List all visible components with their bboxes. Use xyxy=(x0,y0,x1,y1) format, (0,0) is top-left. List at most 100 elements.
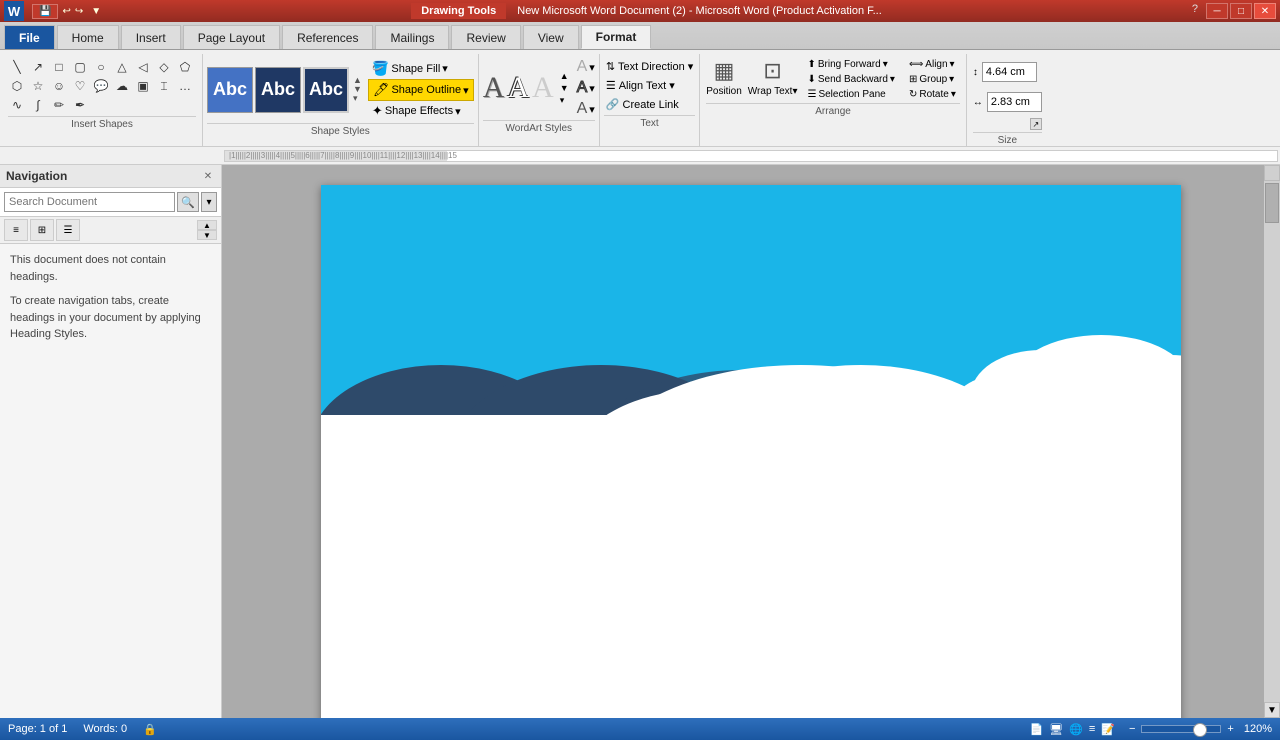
wrap-text-big-btn[interactable]: ⊡ xyxy=(763,58,781,84)
send-backward-btn[interactable]: ⬇ Send Backward ▾ xyxy=(803,73,898,86)
style-preset-3[interactable]: Abc xyxy=(303,67,349,113)
nav-tab-headings[interactable]: ≡ xyxy=(4,219,28,241)
tab-home[interactable]: Home xyxy=(57,25,119,49)
shape-fill-btn[interactable]: 🪣 Shape Fill ▾ xyxy=(368,58,474,79)
rotate-arrow[interactable]: ▾ xyxy=(951,89,956,100)
text-fill-arrow[interactable]: ▾ xyxy=(589,61,595,74)
view-web-btn[interactable]: 🌐 xyxy=(1069,723,1083,736)
tab-references[interactable]: References xyxy=(282,25,373,49)
wrap-text-arrow[interactable]: ▾ xyxy=(792,86,797,97)
tab-file[interactable]: File xyxy=(4,25,55,49)
align-text-arrow[interactable]: ▾ xyxy=(669,79,675,92)
diamond-btn[interactable]: ◇ xyxy=(155,58,173,76)
size-group-expand[interactable]: ↗ xyxy=(1030,118,1042,130)
selection-pane-btn[interactable]: ☰ Selection Pane xyxy=(803,88,898,101)
height-input[interactable] xyxy=(982,62,1037,82)
group-btn[interactable]: ⊞ Group ▾ xyxy=(905,73,960,86)
wordart-scroll-down[interactable]: ▼ xyxy=(560,83,569,93)
round-rect-btn[interactable]: ▢ xyxy=(71,58,89,76)
width-input[interactable] xyxy=(987,92,1042,112)
search-input[interactable] xyxy=(4,192,175,212)
tab-view[interactable]: View xyxy=(523,25,579,49)
bring-forward-btn[interactable]: ⬆ Bring Forward ▾ xyxy=(803,58,898,71)
wordart-preset-3[interactable]: A xyxy=(532,71,554,105)
nav-next-btn[interactable]: ▼ xyxy=(197,230,217,240)
quick-access-redo[interactable]: ↪ xyxy=(75,6,83,17)
tab-review[interactable]: Review xyxy=(451,25,520,49)
rotate-btn[interactable]: ↻ Rotate ▾ xyxy=(905,88,960,101)
cloud-btn[interactable]: ☁ xyxy=(113,77,131,95)
create-link-btn[interactable]: 🔗 Create Link xyxy=(604,96,695,113)
shape-effects-btn[interactable]: ✦ Shape Effects ▾ xyxy=(368,101,474,121)
position-big-btn[interactable]: ▦ xyxy=(714,58,735,84)
callout-btn[interactable]: 💬 xyxy=(92,77,110,95)
tab-page-layout[interactable]: Page Layout xyxy=(183,25,280,49)
nav-prev-btn[interactable]: ▲ xyxy=(197,220,217,230)
minimize-button[interactable]: ─ xyxy=(1206,3,1228,19)
search-button[interactable]: 🔍 xyxy=(177,192,199,212)
tab-insert[interactable]: Insert xyxy=(121,25,181,49)
style-preset-2[interactable]: Abc xyxy=(255,67,301,113)
arrow-shape-btn[interactable]: ↗ xyxy=(29,58,47,76)
drawing-canvas[interactable] xyxy=(321,185,1181,415)
quick-access-save[interactable]: 💾 xyxy=(32,4,58,19)
frame-btn[interactable]: ▣ xyxy=(134,77,152,95)
document-area[interactable]: ▲ ▼ xyxy=(222,165,1280,718)
zoom-out-btn[interactable]: − xyxy=(1129,723,1135,735)
scroll-down-btn[interactable]: ▼ xyxy=(1264,702,1280,718)
free-btn[interactable]: ✏ xyxy=(50,96,68,114)
text-fill-btn[interactable]: A ▾ xyxy=(577,58,595,76)
zoom-thumb[interactable] xyxy=(1193,723,1207,737)
view-normal-btn[interactable]: 📄 xyxy=(1029,723,1043,736)
line-shape-btn[interactable]: ╲ xyxy=(8,58,26,76)
tri-btn[interactable]: △ xyxy=(113,58,131,76)
tab-format[interactable]: Format xyxy=(581,25,652,49)
split-btn[interactable] xyxy=(1264,165,1280,181)
maximize-button[interactable]: □ xyxy=(1230,3,1252,19)
close-button[interactable]: ✕ xyxy=(1254,3,1276,19)
text-direction-btn[interactable]: ⇅ Text Direction ▾ xyxy=(604,58,695,75)
band-btn[interactable]: ⌶ xyxy=(155,77,173,95)
zoom-in-btn[interactable]: + xyxy=(1227,723,1233,735)
text-outline-arrow[interactable]: ▾ xyxy=(589,82,595,95)
smile-btn[interactable]: ☺ xyxy=(50,77,68,95)
scrib-btn[interactable]: ✒ xyxy=(71,96,89,114)
view-draft-btn[interactable]: 📝 xyxy=(1101,723,1115,736)
zoom-slider[interactable] xyxy=(1141,725,1221,733)
curve-btn[interactable]: ∫ xyxy=(29,96,47,114)
rtri-btn[interactable]: ◁ xyxy=(134,58,152,76)
search-dropdown-btn[interactable]: ▾ xyxy=(201,192,217,212)
bring-forward-arrow[interactable]: ▾ xyxy=(883,59,888,70)
scroll-thumb[interactable] xyxy=(1265,183,1279,223)
align-arrow[interactable]: ▾ xyxy=(950,59,955,70)
pent-btn[interactable]: ⬠ xyxy=(176,58,194,76)
wrap-text-label[interactable]: Wrap Text ▾ xyxy=(748,86,798,97)
text-effect-btn[interactable]: A ▾ xyxy=(577,100,595,118)
style-expand[interactable]: ▾ xyxy=(353,94,362,103)
rect-shape-btn[interactable]: □ xyxy=(50,58,68,76)
text-outline-btn[interactable]: A ▾ xyxy=(577,79,595,97)
vertical-scrollbar[interactable]: ▲ ▼ xyxy=(1264,165,1280,718)
hex-btn[interactable]: ⬡ xyxy=(8,77,26,95)
quick-access-undo[interactable]: ↩ xyxy=(62,6,70,17)
group-arrow[interactable]: ▾ xyxy=(949,74,954,85)
heart-btn[interactable]: ♡ xyxy=(71,77,89,95)
position-label[interactable]: Position xyxy=(706,86,742,97)
text-direction-arrow[interactable]: ▾ xyxy=(688,60,694,73)
text-effect-arrow[interactable]: ▾ xyxy=(589,103,595,116)
shape-outline-arrow[interactable]: ▾ xyxy=(463,84,469,97)
shape-fill-arrow[interactable]: ▾ xyxy=(442,62,448,75)
more-btn[interactable]: … xyxy=(176,77,194,95)
wordart-scroll-up[interactable]: ▲ xyxy=(560,71,569,81)
hept-btn[interactable]: ☆ xyxy=(29,77,47,95)
nav-tab-pages[interactable]: ⊞ xyxy=(30,219,54,241)
nav-close-btn[interactable]: ✕ xyxy=(201,169,215,183)
shape-effects-arrow[interactable]: ▾ xyxy=(455,105,461,118)
wordart-preset-1[interactable]: A xyxy=(483,71,505,105)
quick-access-more[interactable]: ▼ xyxy=(91,6,101,17)
scroll-track[interactable] xyxy=(1264,181,1280,702)
wordart-preset-2[interactable]: A xyxy=(507,71,529,105)
shape-outline-btn[interactable]: 🖊 Shape Outline ▾ xyxy=(368,79,474,101)
align-text-btn[interactable]: ☰ Align Text ▾ xyxy=(604,77,695,94)
connector-btn[interactable]: ∿ xyxy=(8,96,26,114)
